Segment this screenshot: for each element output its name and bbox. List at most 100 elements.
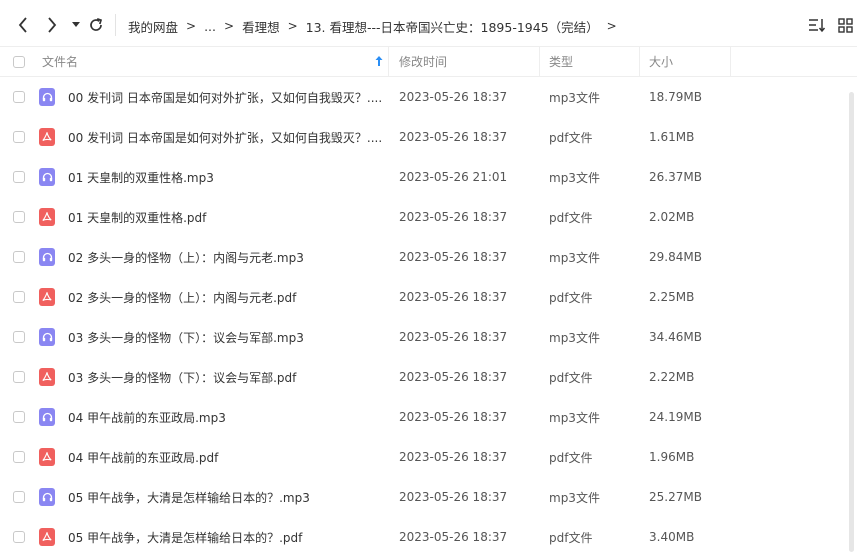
column-header-size[interactable]: 大小	[640, 47, 731, 76]
row-checkbox[interactable]	[13, 411, 25, 423]
file-name[interactable]: 04 甲午战前的东亚政局.pdf	[68, 437, 382, 477]
file-name[interactable]: 03 多头一身的怪物（下）：议会与军部.mp3	[68, 317, 382, 357]
file-modified-date: 2023-05-26 18:37	[399, 90, 508, 104]
row-select-cell	[13, 517, 25, 555]
file-name[interactable]: 01 天皇制的双重性格.mp3	[68, 157, 382, 197]
row-select-cell	[13, 397, 25, 437]
file-modified-date: 2023-05-26 18:37	[399, 370, 508, 384]
table-row[interactable]: 02 多头一身的怪物（上）：内阁与元老.pdf 2023-05-26 18:37 p…	[0, 277, 857, 317]
select-all-cell	[13, 47, 25, 76]
file-type: mp3文件	[549, 250, 600, 265]
column-header-date[interactable]: 修改时间	[390, 47, 540, 76]
pdf-file-icon	[39, 448, 55, 466]
row-checkbox[interactable]	[13, 131, 25, 143]
table-row[interactable]: 01 天皇制的双重性格.mp3 2023-05-26 21:01 mp3文件 26.3…	[0, 157, 857, 197]
file-type: pdf文件	[549, 370, 593, 385]
row-checkbox[interactable]	[13, 371, 25, 383]
file-modified-date: 2023-05-26 18:37	[399, 290, 508, 304]
pdf-file-icon	[39, 528, 55, 546]
column-header-size-label: 大小	[649, 55, 674, 69]
table-row[interactable]: 01 天皇制的双重性格.pdf 2023-05-26 18:37 pdf文件 2.02…	[0, 197, 857, 237]
file-size: 3.40MB	[649, 530, 695, 544]
breadcrumb-root[interactable]: 我的网盘	[128, 17, 178, 36]
file-name[interactable]: 05 甲午战争，大清是怎样输给日本的？.mp3	[68, 477, 382, 517]
table-row[interactable]: 05 甲午战争，大清是怎样输给日本的？.mp3 2023-05-26 18:37 m…	[0, 477, 857, 517]
file-type: mp3文件	[549, 170, 600, 185]
row-select-cell	[13, 237, 25, 277]
row-checkbox[interactable]	[13, 291, 25, 303]
history-dropdown-button[interactable]	[70, 15, 82, 35]
row-select-cell	[13, 277, 25, 317]
file-size: 1.96MB	[649, 450, 695, 464]
row-checkbox[interactable]	[13, 251, 25, 263]
file-type: pdf文件	[549, 290, 593, 305]
pdf-file-icon	[39, 208, 55, 226]
row-checkbox[interactable]	[13, 331, 25, 343]
row-select-cell	[13, 157, 25, 197]
file-size: 2.22MB	[649, 370, 695, 384]
file-modified-date: 2023-05-26 18:37	[399, 490, 508, 504]
back-button[interactable]	[13, 15, 33, 35]
row-checkbox[interactable]	[13, 211, 25, 223]
table-row[interactable]: 03 多头一身的怪物（下）：议会与军部.pdf 2023-05-26 18:37 p…	[0, 357, 857, 397]
row-select-cell	[13, 117, 25, 157]
grid-view-button[interactable]	[836, 16, 854, 34]
file-name[interactable]: 00 发刊词 日本帝国是如何对外扩张，又如何自我毁灭？....	[68, 77, 382, 117]
refresh-button[interactable]	[86, 15, 106, 35]
row-select-cell	[13, 357, 25, 397]
sort-ascending-icon[interactable]	[374, 55, 384, 67]
audio-file-icon	[39, 488, 55, 506]
table-row[interactable]: 02 多头一身的怪物（上）：内阁与元老.mp3 2023-05-26 18:37 m…	[0, 237, 857, 277]
row-checkbox[interactable]	[13, 91, 25, 103]
file-type: mp3文件	[549, 410, 600, 425]
table-row[interactable]: 04 甲午战前的东亚政局.pdf 2023-05-26 18:37 pdf文件 1.9…	[0, 437, 857, 477]
table-row[interactable]: 04 甲午战前的东亚政局.mp3 2023-05-26 18:37 mp3文件 24.…	[0, 397, 857, 437]
breadcrumb-ellipsis[interactable]: ...	[204, 19, 216, 34]
row-checkbox[interactable]	[13, 531, 25, 543]
table-row[interactable]: 00 发刊词 日本帝国是如何对外扩张，又如何自我毁灭？.... 2023-05-2…	[0, 117, 857, 157]
vertical-scrollbar[interactable]	[849, 92, 854, 552]
file-list: 00 发刊词 日本帝国是如何对外扩张，又如何自我毁灭？.... 2023-05-2…	[0, 77, 857, 555]
table-row[interactable]: 00 发刊词 日本帝国是如何对外扩张，又如何自我毁灭？.... 2023-05-2…	[0, 77, 857, 117]
breadcrumb: 我的网盘 > ... > 看理想 > 13. 看理想---日本帝国兴亡史：189…	[128, 16, 625, 36]
file-type: pdf文件	[549, 450, 593, 465]
pdf-file-icon	[39, 288, 55, 306]
file-name[interactable]: 02 多头一身的怪物（上）：内阁与元老.mp3	[68, 237, 382, 277]
file-size: 29.84MB	[649, 250, 702, 264]
file-name[interactable]: 05 甲午战争，大清是怎样输给日本的？.pdf	[68, 517, 382, 555]
column-header-type[interactable]: 类型	[540, 47, 640, 76]
file-name[interactable]: 04 甲午战前的东亚政局.mp3	[68, 397, 382, 437]
file-modified-date: 2023-05-26 18:37	[399, 530, 508, 544]
column-header-name-label: 文件名	[42, 55, 79, 69]
forward-button[interactable]	[42, 15, 62, 35]
file-name[interactable]: 03 多头一身的怪物（下）：议会与军部.pdf	[68, 357, 382, 397]
file-type: mp3文件	[549, 490, 600, 505]
file-size: 26.37MB	[649, 170, 702, 184]
audio-file-icon	[39, 328, 55, 346]
row-checkbox[interactable]	[13, 171, 25, 183]
file-name[interactable]: 00 发刊词 日本帝国是如何对外扩张，又如何自我毁灭？....	[68, 117, 382, 157]
file-modified-date: 2023-05-26 18:37	[399, 210, 508, 224]
file-size: 25.27MB	[649, 490, 702, 504]
file-name[interactable]: 02 多头一身的怪物（上）：内阁与元老.pdf	[68, 277, 382, 317]
column-header-name[interactable]: 文件名	[42, 47, 389, 76]
sort-options-button[interactable]	[808, 16, 826, 34]
row-select-cell	[13, 477, 25, 517]
select-all-checkbox[interactable]	[13, 55, 25, 68]
file-icon-cell	[39, 437, 55, 477]
table-row[interactable]: 03 多头一身的怪物（下）：议会与军部.mp3 2023-05-26 18:37 m…	[0, 317, 857, 357]
breadcrumb-current: 13. 看理想---日本帝国兴亡史：1895-1945（完结）	[305, 19, 599, 35]
file-modified-date: 2023-05-26 18:37	[399, 130, 508, 144]
file-size: 18.79MB	[649, 90, 702, 104]
breadcrumb-parent[interactable]: 看理想	[242, 17, 280, 36]
file-modified-date: 2023-05-26 18:37	[399, 410, 508, 424]
column-header-type-label: 类型	[549, 55, 574, 69]
row-checkbox[interactable]	[13, 451, 25, 463]
row-checkbox[interactable]	[13, 491, 25, 503]
audio-file-icon	[39, 408, 55, 426]
file-name[interactable]: 01 天皇制的双重性格.pdf	[68, 197, 382, 237]
file-size: 24.19MB	[649, 410, 702, 424]
table-header: 文件名 修改时间 类型 大小	[0, 46, 857, 77]
table-row[interactable]: 05 甲午战争，大清是怎样输给日本的？.pdf 2023-05-26 18:37 p…	[0, 517, 857, 555]
breadcrumb-separator: >	[224, 19, 235, 33]
